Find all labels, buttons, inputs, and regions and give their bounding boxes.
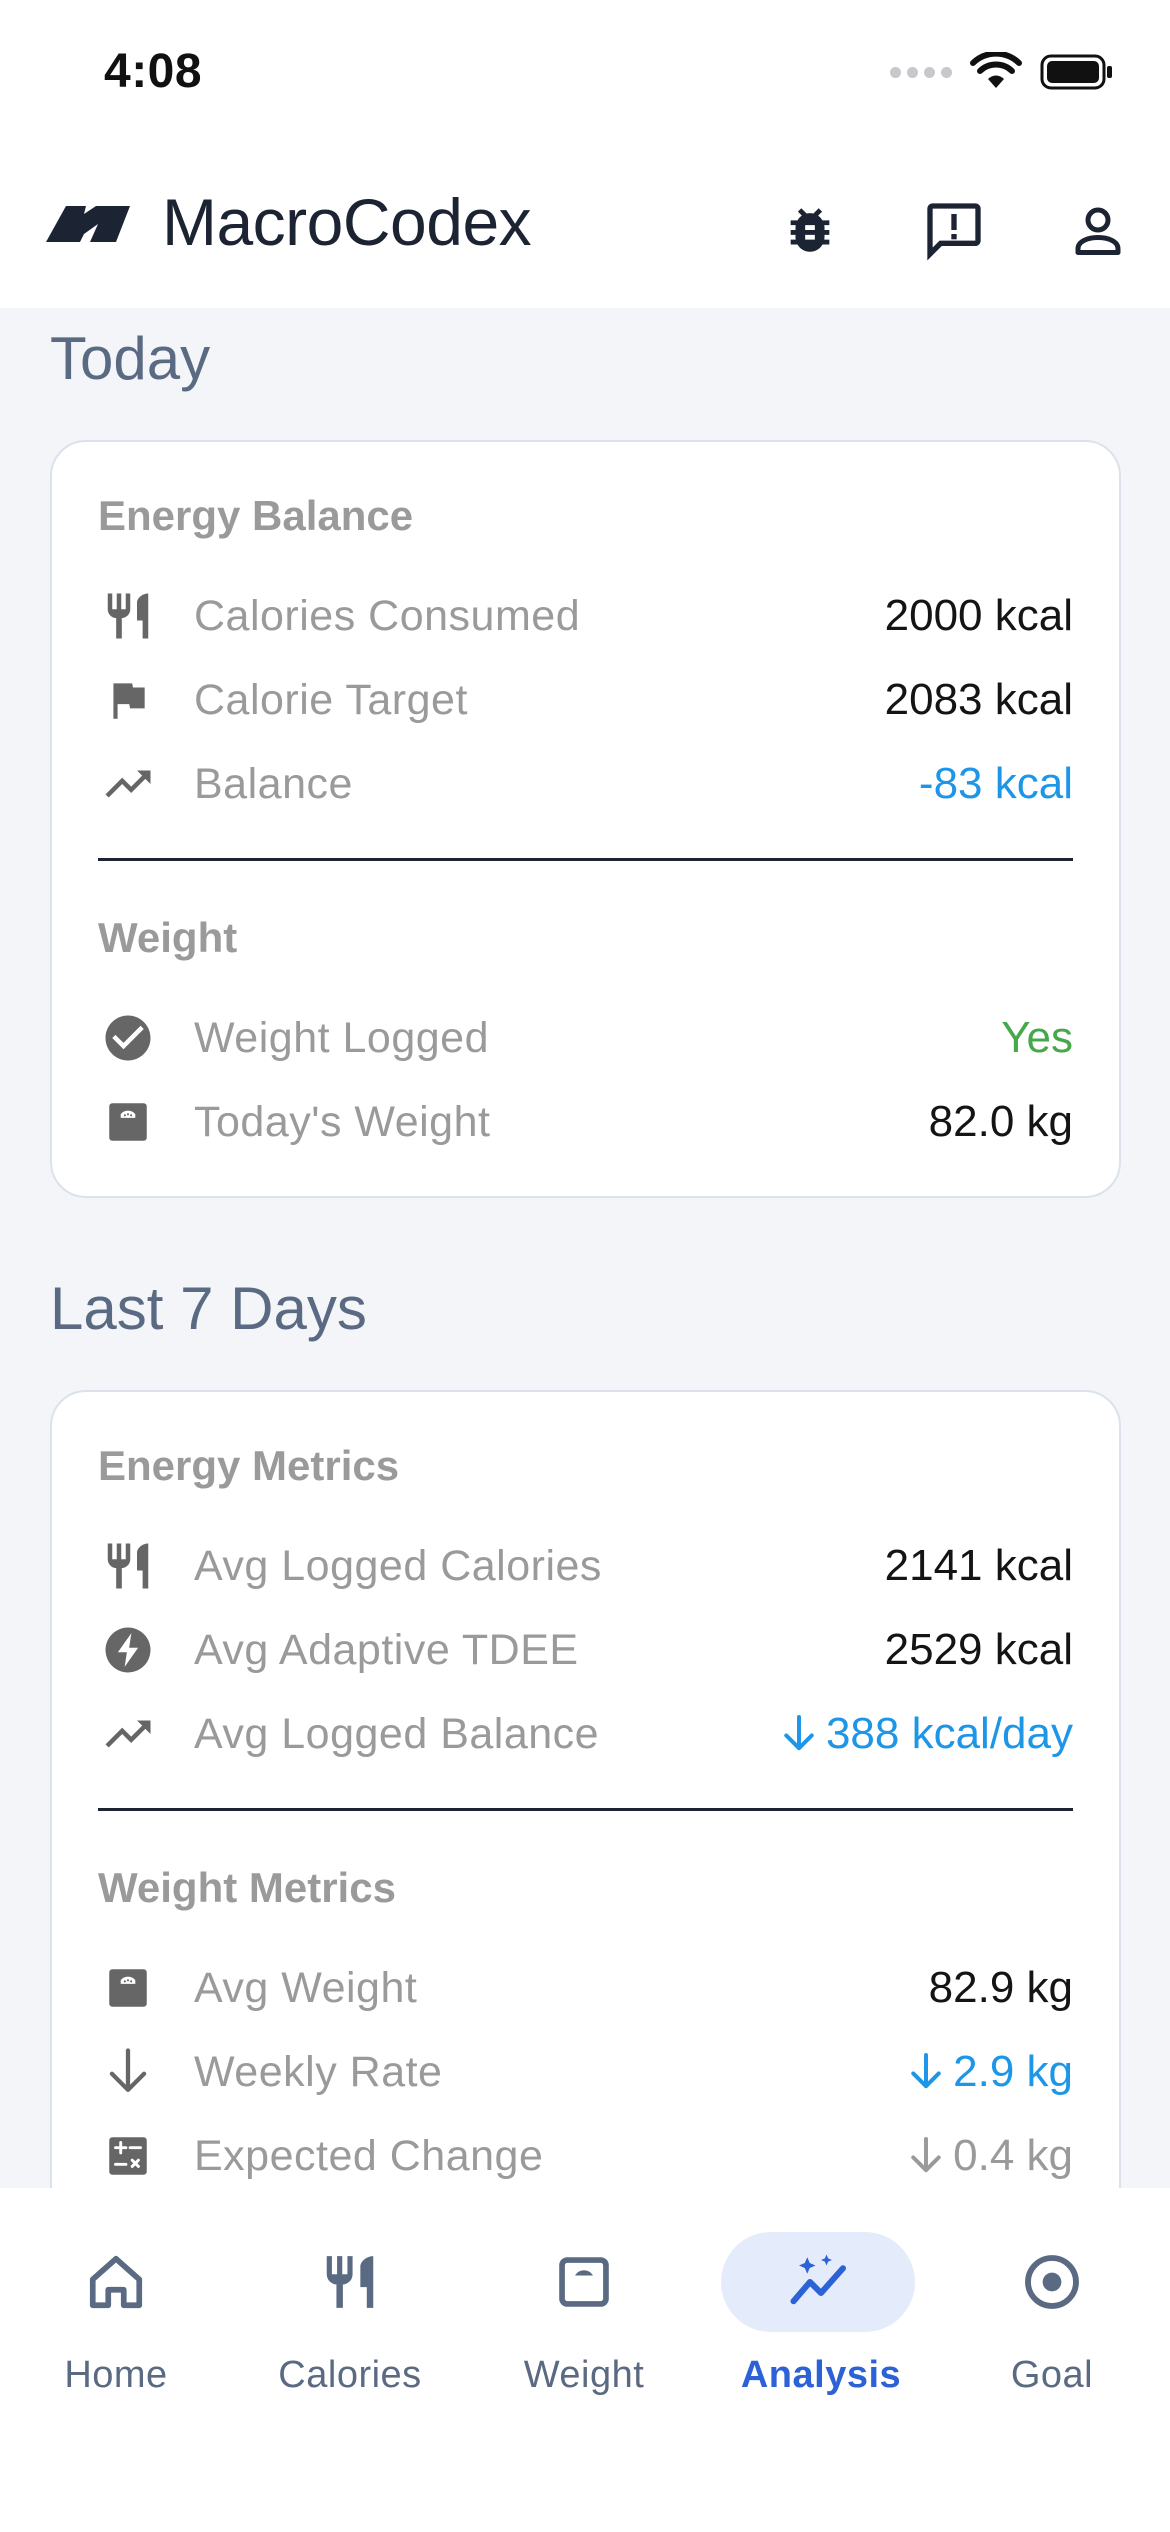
analysis-content[interactable]: Today Energy Balance Calories Consumed 2…: [0, 308, 1170, 2188]
profile-button[interactable]: [1058, 190, 1138, 270]
nav-label: Goal: [1010, 2354, 1094, 2396]
nav-item-weight[interactable]: Weight: [484, 2232, 684, 2402]
app-logo-icon: [46, 206, 130, 242]
person-icon: [1075, 207, 1121, 255]
cellular-signal-icon: [890, 66, 952, 78]
nav-label: Weight: [523, 2354, 645, 2396]
row-calories-consumed: Calories Consumed 2000 kcal: [98, 586, 1073, 646]
group-title-weight: Weight: [98, 914, 238, 961]
calculator-icon: [98, 2126, 158, 2186]
feedback-icon: [927, 203, 981, 261]
bottom-navigation: Home Calories Weight Analysis Goal: [0, 2188, 1170, 2532]
app-header: MacroCodex: [0, 150, 1170, 308]
nav-item-goal[interactable]: Goal: [952, 2232, 1152, 2402]
row-label: Weekly Rate: [194, 2047, 443, 2096]
row-value: 388 kcal/day: [825, 1709, 1073, 1758]
scale-icon: [98, 1958, 158, 2018]
row-weekly-rate: Weekly Rate 2.9 kg: [98, 2042, 1073, 2102]
row-label: Expected Change: [194, 2131, 544, 2180]
row-value: -83 kcal: [918, 759, 1073, 808]
scale-icon: [98, 1092, 158, 1152]
row-expected-change: Expected Change 0.4 kg: [98, 2126, 1073, 2186]
nav-item-calories[interactable]: Calories: [250, 2232, 450, 2402]
row-label: Avg Weight: [194, 1963, 418, 2012]
status-icons: [890, 52, 1114, 92]
row-value: 2083 kcal: [884, 675, 1073, 724]
app-title: MacroCodex: [162, 185, 532, 259]
arrow-down-icon: [98, 2042, 158, 2102]
divider: [98, 1808, 1073, 1811]
row-label: Calorie Target: [194, 675, 468, 724]
battery-icon: [1040, 54, 1112, 90]
row-value: 2141 kcal: [884, 1541, 1073, 1590]
row-label: Avg Logged Balance: [194, 1709, 600, 1758]
row-label: Calories Consumed: [194, 591, 581, 640]
status-time: 4:08: [104, 45, 203, 98]
check-circle-icon: [98, 1008, 158, 1068]
status-bar: 4:08: [0, 0, 1170, 150]
arrow-down-icon: [784, 1715, 814, 1751]
scale-icon: [548, 2246, 620, 2318]
row-value: 82.0 kg: [928, 1097, 1073, 1146]
section-title-last-7-days: Last 7 Days: [50, 1275, 367, 1342]
row-value: 2000 kcal: [884, 591, 1073, 640]
row-balance: Balance -83 kcal: [98, 754, 1073, 814]
feedback-button[interactable]: [914, 190, 994, 270]
bug-icon: [790, 208, 830, 252]
group-title-weight-metrics: Weight Metrics: [98, 1864, 396, 1911]
row-avg-adaptive-tdee: Avg Adaptive TDEE 2529 kcal: [98, 1620, 1073, 1680]
row-value-with-arrow: 0.4 kg: [909, 2131, 1073, 2181]
flag-icon: [98, 670, 158, 730]
trending-up-icon: [98, 1704, 158, 1764]
nav-label: Analysis: [740, 2354, 902, 2396]
trending-up-icon: [98, 754, 158, 814]
analysis-icon: [785, 2246, 857, 2318]
fork-knife-icon: [314, 2246, 386, 2318]
row-calorie-target: Calorie Target 2083 kcal: [98, 670, 1073, 730]
nav-item-analysis[interactable]: Analysis: [721, 2232, 921, 2402]
row-label: Today's Weight: [194, 1097, 491, 1146]
divider: [98, 858, 1073, 861]
arrow-down-icon: [911, 2137, 941, 2173]
row-value: 82.9 kg: [928, 1963, 1073, 2012]
group-title-energy-metrics: Energy Metrics: [98, 1442, 400, 1489]
row-avg-logged-balance: Avg Logged Balance 388 kcal/day: [98, 1704, 1073, 1764]
nav-label: Home: [64, 2354, 168, 2396]
fork-knife-icon: [98, 1536, 158, 1596]
nav-item-home[interactable]: Home: [16, 2232, 216, 2402]
today-card: Energy Balance Calories Consumed 2000 kc…: [50, 440, 1121, 1198]
row-todays-weight: Today's Weight 82.0 kg: [98, 1092, 1073, 1152]
last-7-days-card: Energy Metrics Avg Logged Calories 2141 …: [50, 1390, 1121, 2188]
bug-report-button[interactable]: [770, 190, 850, 270]
row-avg-weight: Avg Weight 82.9 kg: [98, 1958, 1073, 2018]
row-label: Avg Adaptive TDEE: [194, 1625, 579, 1674]
row-value-with-arrow: 2.9 kg: [909, 2047, 1073, 2097]
section-title-today: Today: [50, 325, 211, 392]
nav-label: Calories: [278, 2354, 422, 2396]
fork-knife-icon: [98, 586, 158, 646]
row-label: Avg Logged Calories: [194, 1541, 602, 1590]
arrow-down-icon: [911, 2053, 941, 2089]
row-weight-logged: Weight Logged Yes: [98, 1008, 1073, 1068]
row-value: 2529 kcal: [884, 1625, 1073, 1674]
row-value-with-arrow: 388 kcal/day: [782, 1709, 1073, 1759]
row-label: Balance: [194, 759, 353, 808]
row-value: Yes: [1001, 1013, 1073, 1062]
bolt-circle-icon: [98, 1620, 158, 1680]
row-value: 0.4 kg: [953, 2131, 1073, 2180]
row-value: 2.9 kg: [953, 2047, 1073, 2096]
home-icon: [80, 2246, 152, 2318]
row-label: Weight Logged: [194, 1013, 489, 1062]
wifi-icon: [970, 52, 1022, 88]
target-icon: [1016, 2246, 1088, 2318]
row-avg-logged-calories: Avg Logged Calories 2141 kcal: [98, 1536, 1073, 1596]
group-title-energy-balance: Energy Balance: [98, 492, 414, 539]
